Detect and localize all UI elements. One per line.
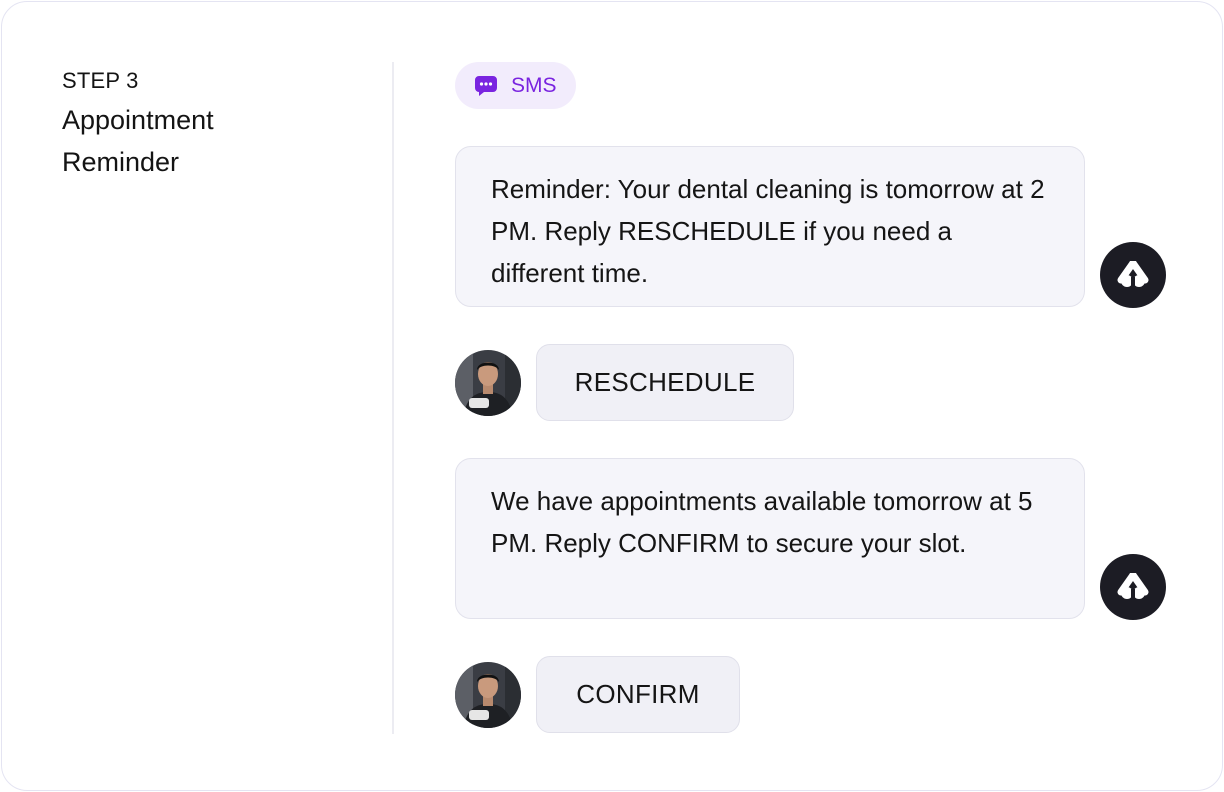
channel-badge: SMS bbox=[455, 62, 576, 109]
user-avatar bbox=[455, 662, 521, 728]
column-divider bbox=[392, 62, 394, 734]
user-reply-bubble: RESCHEDULE bbox=[536, 344, 794, 421]
bot-message-bubble: We have appointments available tomorrow … bbox=[455, 458, 1085, 619]
chat-bubble-icon bbox=[475, 75, 497, 96]
channel-label: SMS bbox=[511, 73, 557, 97]
step-title: Appointment Reminder bbox=[62, 105, 214, 177]
bot-message-bubble: Reminder: Your dental cleaning is tomorr… bbox=[455, 146, 1085, 307]
assistant-logo-icon bbox=[1100, 242, 1166, 308]
user-reply-bubble: CONFIRM bbox=[536, 656, 740, 733]
assistant-logo-icon bbox=[1100, 554, 1166, 620]
user-avatar bbox=[455, 350, 521, 416]
workflow-step-card: STEP 3 Appointment Reminder SMS Reminder… bbox=[1, 1, 1223, 791]
step-number: STEP 3 bbox=[62, 68, 139, 93]
